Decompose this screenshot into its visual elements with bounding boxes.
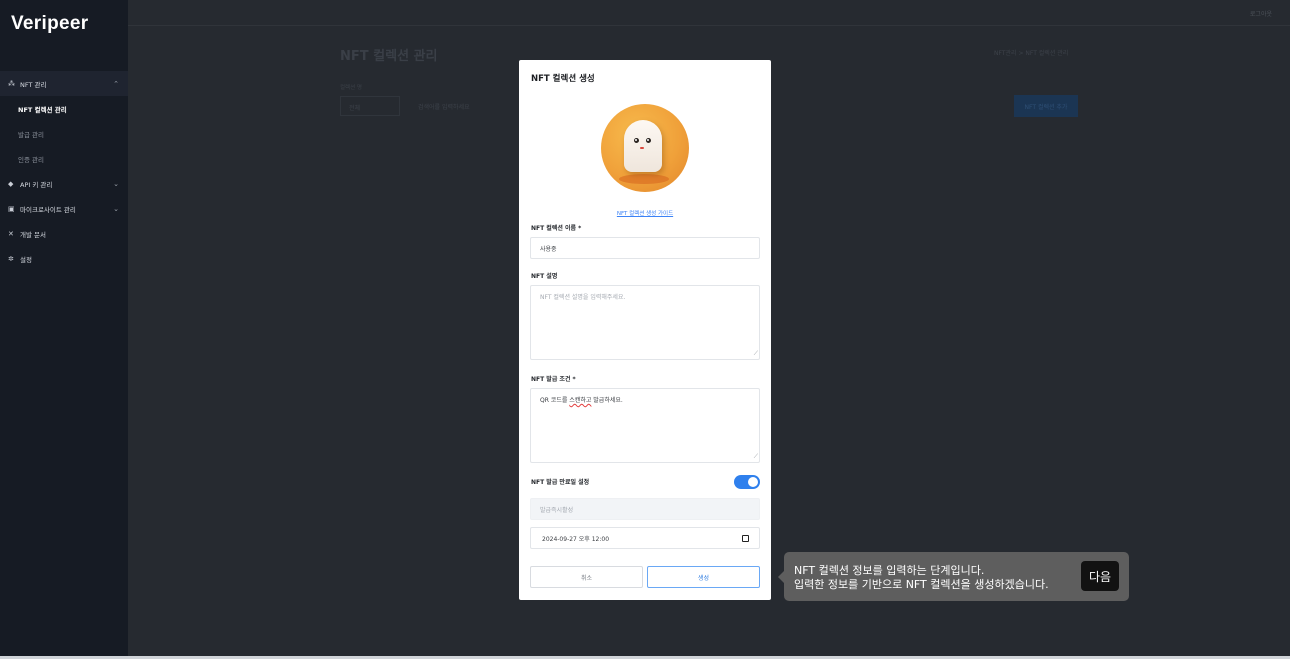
ghost-shadow [619, 174, 669, 184]
description-label: NFT 설명 [531, 273, 558, 280]
calendar-icon[interactable] [742, 535, 749, 542]
chevron-up-icon: ⌃ [113, 79, 119, 88]
tooltip-line-2: 입력한 정보를 기반으로 NFT 컬렉션을 생성하겠습니다. [794, 578, 1049, 591]
sidebar-item-api-keys[interactable]: ◆ API 키 관리 ⌄ [0, 171, 128, 196]
expiry-label: NFT 발급 만료일 설정 [531, 479, 590, 486]
logout-button[interactable]: 로그아웃 [1250, 9, 1272, 18]
cancel-button[interactable]: 취소 [530, 566, 643, 588]
create-collection-modal: NFT 컬렉션 생성 NFT 컬렉션 생성 가이드 NFT 컬렉션 이름 * 사… [519, 60, 771, 600]
next-button[interactable]: 다음 [1081, 561, 1119, 591]
sidebar-item-dev-docs[interactable]: ✕ 개발 문서 [0, 221, 128, 246]
description-textarea[interactable]: NFT 컬렉션 설명을 입력해주세요. ⟋ [530, 285, 760, 360]
collection-name-input[interactable]: 사용중 [530, 237, 760, 259]
search-input[interactable]: 검색어를 입력하세요 [410, 96, 520, 116]
ghost-character-image [624, 120, 662, 172]
filter-select[interactable]: 전체 [340, 96, 400, 116]
expiry-date-value: 2024-09-27 오후 12:00 [542, 535, 610, 543]
top-bar: 로그아웃 [128, 0, 1290, 26]
sidebar-menu: ⁂ NFT 관리 ⌃ NFT 컬렉션 관리 발급 관리 인증 관리 ◆ API … [0, 71, 128, 271]
tag-icon: ◆ [8, 179, 14, 188]
sitemap-icon: ⁂ [8, 79, 15, 88]
sidebar-subitem-issuance[interactable]: 발급 관리 [0, 121, 128, 146]
eye-left [634, 138, 639, 143]
condition-text-2: 발급하세요. [591, 397, 623, 404]
logo: Veripeer [11, 13, 89, 34]
filter-label: 컬렉션 명 [340, 85, 362, 91]
breadcrumb: NFT관리 > NFT 컬렉션 관리 [994, 50, 1069, 57]
resize-handle-icon[interactable]: ⟋ [754, 453, 758, 461]
sidebar-item-label: API 키 관리 [20, 180, 53, 189]
collection-image[interactable] [601, 104, 689, 192]
sidebar-subitem-verification[interactable]: 인증 관리 [0, 146, 128, 171]
sidebar-item-label: 개발 문서 [20, 230, 46, 239]
chevron-down-icon: ⌄ [113, 204, 119, 213]
sidebar-item-label: 설정 [20, 255, 32, 264]
expiry-date-input[interactable]: 2024-09-27 오후 12:00 [530, 527, 760, 549]
chevron-down-icon: ⌄ [113, 179, 119, 188]
mouth [640, 147, 644, 149]
expiry-toggle[interactable] [734, 475, 760, 489]
sidebar-item-microsite[interactable]: ▣ 마이크로사이트 관리 ⌄ [0, 196, 128, 221]
condition-text-1: QR 코드를 [540, 397, 570, 404]
add-collection-button[interactable]: NFT 컬렉션 추가 [1014, 95, 1078, 117]
create-button[interactable]: 생성 [647, 566, 760, 588]
description-placeholder: NFT 컬렉션 설명을 입력해주세요. [540, 294, 626, 301]
expiry-activation-value: 발급즉시활성 [540, 506, 574, 514]
page-title: NFT 컬렉션 관리 [340, 49, 438, 64]
window-icon: ▣ [8, 204, 15, 213]
collection-name-value: 사용중 [540, 245, 557, 253]
condition-text-misspelled: 스캔하고 [569, 397, 592, 404]
condition-textarea[interactable]: QR 코드를 스캔하고 발급하세요. ⟋ [530, 388, 760, 463]
condition-label: NFT 발급 조건 * [531, 376, 576, 383]
sidebar-subitem-nft-collection[interactable]: NFT 컬렉션 관리 [0, 96, 128, 121]
modal-title: NFT 컬렉션 생성 [531, 74, 595, 84]
sidebar-item-nft-management[interactable]: ⁂ NFT 관리 ⌃ [0, 71, 128, 96]
name-label: NFT 컬렉션 이름 * [531, 225, 582, 232]
eye-right [646, 138, 651, 143]
expiry-activation-field: 발급즉시활성 [530, 498, 760, 520]
gear-icon: ✲ [8, 254, 14, 263]
onboarding-tooltip: NFT 컬렉션 정보를 입력하는 단계입니다. 입력한 정보를 기반으로 NFT… [778, 552, 1129, 601]
tools-icon: ✕ [8, 229, 14, 238]
sidebar-item-label: 마이크로사이트 관리 [20, 205, 76, 214]
toggle-knob [748, 477, 758, 487]
sidebar-item-label: NFT 관리 [20, 80, 47, 89]
creation-guide-link[interactable]: NFT 컬렉션 생성 가이드 [519, 209, 771, 217]
sidebar-item-settings[interactable]: ✲ 설정 [0, 246, 128, 271]
sidebar: Veripeer ⁂ NFT 관리 ⌃ NFT 컬렉션 관리 발급 관리 인증 … [0, 0, 128, 659]
resize-handle-icon[interactable]: ⟋ [754, 350, 758, 358]
